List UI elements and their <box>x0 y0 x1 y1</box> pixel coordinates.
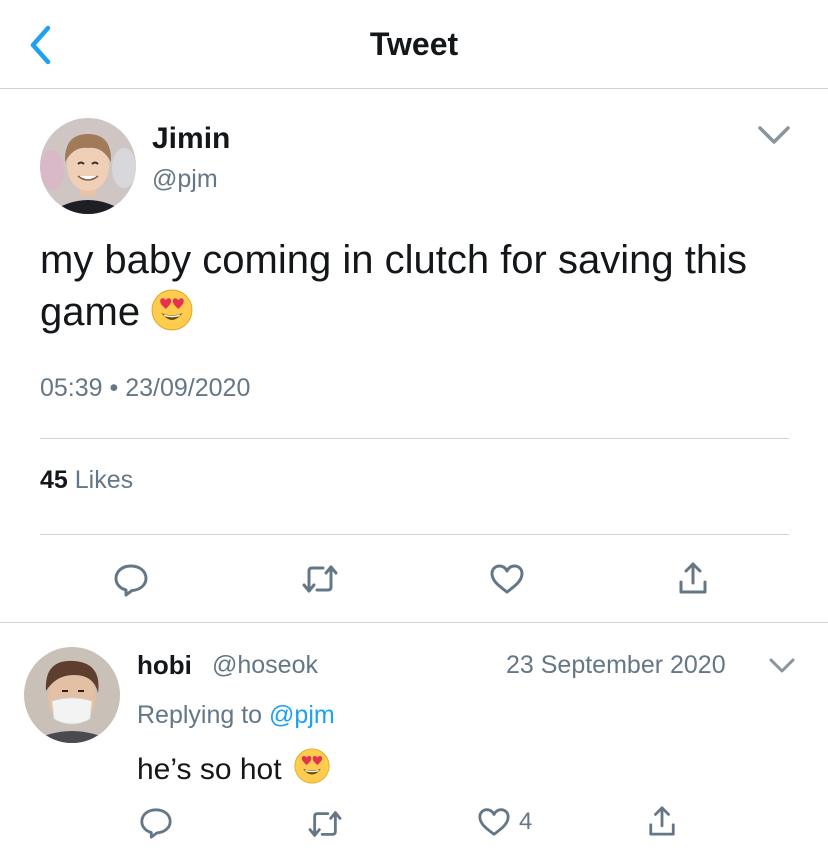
avatar-image <box>24 647 120 743</box>
retweet-icon <box>302 565 338 593</box>
like-button[interactable] <box>489 563 525 595</box>
chevron-down-icon <box>758 126 790 144</box>
reply-comment-button[interactable] <box>139 806 173 840</box>
likes-label: Likes <box>74 466 134 494</box>
chevron-down-icon <box>769 658 795 673</box>
replying-to: Replying to @pjm <box>137 701 335 730</box>
avatar[interactable] <box>40 118 136 214</box>
comment-icon <box>114 564 148 597</box>
divider <box>40 534 789 535</box>
author-handle[interactable]: @pjm <box>152 165 218 194</box>
reply-author-name[interactable]: hobi <box>137 650 192 681</box>
author-name[interactable]: Jimin <box>152 122 230 156</box>
reply-avatar[interactable] <box>24 647 120 743</box>
reply-options-button[interactable] <box>768 656 796 676</box>
retweet-icon <box>308 811 342 837</box>
replying-to-handle-link[interactable]: @pjm <box>269 701 335 729</box>
comment-icon <box>140 808 172 839</box>
timestamp-separator: • <box>109 374 119 402</box>
reply-author-handle[interactable]: @hoseok <box>212 651 318 680</box>
tweet-body: my baby coming in clutch for saving this… <box>40 238 747 334</box>
reply-button[interactable] <box>113 562 149 598</box>
reply-share-button[interactable] <box>647 804 677 838</box>
reply-body: he’s so hot <box>137 753 282 786</box>
retweet-button[interactable] <box>301 562 339 596</box>
avatar-image <box>40 118 136 214</box>
heart-icon <box>490 564 524 594</box>
divider <box>40 438 789 439</box>
share-icon <box>649 806 675 836</box>
replying-to-label: Replying to <box>137 701 263 729</box>
divider <box>0 622 828 623</box>
likes-count[interactable]: 45 Likes <box>40 466 133 495</box>
heart-eyes-emoji-icon <box>151 289 193 331</box>
reply-date: 23 September 2020 <box>506 651 726 679</box>
tweet-text: my baby coming in clutch for saving this… <box>40 234 800 338</box>
heart-eyes-emoji-icon <box>294 748 330 784</box>
likes-number: 45 <box>40 466 68 494</box>
page-title: Tweet <box>369 26 459 62</box>
share-button[interactable] <box>677 560 709 596</box>
reply-text: he’s so hot <box>137 748 330 787</box>
tweet-timestamp[interactable]: 05:39 • 23/09/2020 <box>40 374 250 403</box>
tweet-date: 23/09/2020 <box>125 374 251 402</box>
tweet-options-button[interactable] <box>756 122 792 148</box>
tweet-time: 05:39 <box>40 374 103 402</box>
heart-icon <box>478 808 510 836</box>
nav-bar: Tweet <box>0 0 828 89</box>
reply-like-button[interactable]: 4 <box>477 806 532 838</box>
reply-retweet-button[interactable] <box>307 808 343 840</box>
reply-like-count: 4 <box>519 808 533 835</box>
share-icon <box>679 562 707 594</box>
